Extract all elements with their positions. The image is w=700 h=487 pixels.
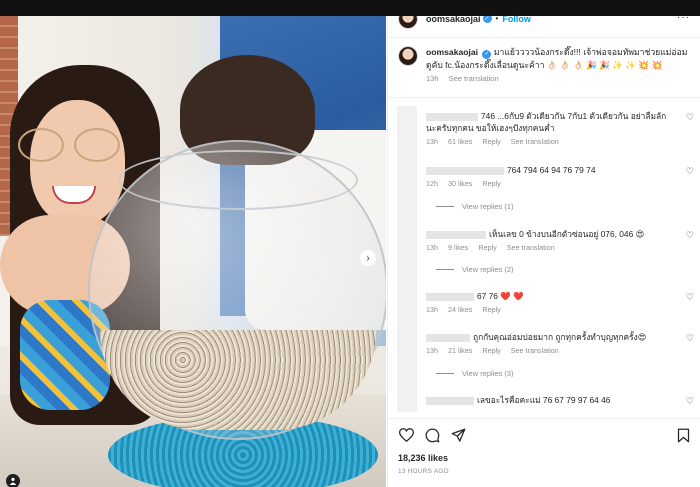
comment-see-translation[interactable]: See translation bbox=[511, 137, 559, 146]
comment-likes[interactable]: 61 likes bbox=[448, 137, 472, 146]
comment-text: 67 76 ❤️ ❤️ bbox=[426, 290, 694, 302]
comment-time: 13h bbox=[426, 137, 438, 146]
comment-meta: 13h 61 likes Reply See translation bbox=[426, 137, 694, 146]
blurred-username bbox=[426, 333, 470, 342]
comment-like-heart-icon[interactable]: ♡ bbox=[686, 230, 694, 241]
blurred-username bbox=[426, 230, 486, 239]
view-replies-label: View replies (1) bbox=[462, 202, 514, 211]
comment-likes[interactable]: 9 likes bbox=[448, 243, 468, 252]
heart-icon[interactable] bbox=[398, 427, 414, 443]
bookmark-icon[interactable] bbox=[675, 427, 691, 443]
comment-text: เลขอะไรคือคะแม่ 76 67 79 97 64 46 bbox=[426, 394, 694, 406]
comment-item: ถูกกับคุณอ่อมบ่อยมาก ถูกทุกครั้งทำบุญทุก… bbox=[426, 331, 694, 355]
comment-time: 13h bbox=[426, 243, 438, 252]
post-timestamp[interactable]: 13 HOURS AGO bbox=[398, 468, 691, 475]
comment-text: ถูกกับคุณอ่อมบ่อยมาก ถูกทุกครั้งทำบุญทุก… bbox=[426, 331, 694, 343]
comment-like-heart-icon[interactable]: ♡ bbox=[686, 333, 694, 344]
comment-likes[interactable]: 24 likes bbox=[448, 305, 472, 314]
replies-line bbox=[436, 373, 454, 374]
post-photo[interactable]: › bbox=[0, 0, 386, 487]
view-replies-button[interactable]: View replies (2) bbox=[436, 265, 514, 274]
comments-scrollbar[interactable] bbox=[397, 106, 417, 412]
caption-username[interactable]: oomsakaojai bbox=[426, 47, 478, 57]
view-replies-label: View replies (2) bbox=[462, 265, 514, 274]
comment-meta: 12h 30 likes Reply bbox=[426, 179, 694, 188]
comment-see-translation[interactable]: See translation bbox=[507, 243, 555, 252]
caption-time: 13h bbox=[426, 73, 439, 83]
comment-like-heart-icon[interactable]: ♡ bbox=[686, 292, 694, 303]
chevron-right-icon: › bbox=[366, 252, 370, 264]
user-tag-button[interactable] bbox=[6, 474, 20, 487]
replies-line bbox=[436, 206, 454, 207]
blurred-username bbox=[426, 292, 474, 301]
photo-glasses bbox=[18, 128, 128, 166]
comment-text: 764 794 64 94 76 79 74 bbox=[426, 164, 694, 176]
blurred-username bbox=[426, 112, 478, 121]
replies-line bbox=[436, 269, 454, 270]
comment-meta: 13h 24 likes Reply bbox=[426, 305, 694, 314]
comment-likes[interactable]: 21 likes bbox=[448, 346, 472, 355]
comment-item: เลขอะไรคือคะแม่ 76 67 79 97 64 46 ♡ bbox=[426, 394, 694, 406]
user-tag-icon bbox=[9, 477, 17, 485]
comment-reply-button[interactable]: Reply bbox=[482, 179, 500, 188]
top-black-bar bbox=[0, 0, 700, 16]
comment-item: 746 ...6กับ9 ตัวเดียวกัน 7กับ1 ตัวเดียวก… bbox=[426, 110, 694, 146]
verified-badge-icon: ✓ bbox=[482, 49, 492, 59]
blurred-username bbox=[426, 166, 504, 175]
view-replies-label: View replies (3) bbox=[462, 369, 514, 378]
view-replies-button[interactable]: View replies (3) bbox=[436, 369, 514, 378]
comment-meta: 13h 21 likes Reply See translation bbox=[426, 346, 694, 355]
next-photo-button[interactable]: › bbox=[360, 250, 376, 266]
comment-reply-button[interactable]: Reply bbox=[482, 346, 500, 355]
caption-meta: 13h See translation bbox=[426, 74, 690, 83]
photo-bowl-rim bbox=[118, 150, 358, 210]
caption-author-avatar[interactable] bbox=[398, 46, 418, 66]
comment-reply-button[interactable]: Reply bbox=[482, 137, 500, 146]
comment-text: เห็นเลข 0 ข้างบนอีกตัวซ่อนอยู่ 076, 046 … bbox=[426, 228, 694, 240]
comment-time: 13h bbox=[426, 305, 438, 314]
comment-likes[interactable]: 30 likes bbox=[448, 179, 472, 188]
comment-time: 13h bbox=[426, 346, 438, 355]
post-caption: oomsakaojai ✓ มาแย้ววววน้องกระดึ๊ง!!! เจ… bbox=[388, 38, 700, 98]
post-side-panel: oomsakaojai ✓ • Follow ··· oomsakaojai ✓… bbox=[387, 0, 700, 487]
post-like-count[interactable]: 18,236 likes bbox=[398, 453, 691, 463]
comment-like-heart-icon[interactable]: ♡ bbox=[686, 166, 694, 177]
share-icon[interactable] bbox=[450, 427, 466, 443]
comment-like-heart-icon[interactable]: ♡ bbox=[686, 112, 694, 123]
comment-item: 67 76 ❤️ ❤️ 13h 24 likes Reply ♡ bbox=[426, 290, 694, 314]
comment-like-heart-icon[interactable]: ♡ bbox=[686, 396, 694, 407]
comment-reply-button[interactable]: Reply bbox=[482, 305, 500, 314]
blurred-username bbox=[426, 396, 474, 405]
comment-text: 746 ...6กับ9 ตัวเดียวกัน 7กับ1 ตัวเดียวก… bbox=[426, 111, 667, 133]
caption-text: oomsakaojai ✓ มาแย้ววววน้องกระดึ๊ง!!! เจ… bbox=[426, 46, 690, 71]
post-actions: 18,236 likes 13 HOURS AGO bbox=[388, 418, 700, 475]
caption-see-translation[interactable]: See translation bbox=[449, 74, 499, 83]
comment-time: 12h bbox=[426, 179, 438, 188]
comment-icon[interactable] bbox=[424, 427, 440, 443]
comment-item: เห็นเลข 0 ข้างบนอีกตัวซ่อนอยู่ 076, 046 … bbox=[426, 228, 694, 252]
action-buttons-row bbox=[398, 425, 691, 445]
comment-reply-button[interactable]: Reply bbox=[478, 243, 496, 252]
comment-item: 764 794 64 94 76 79 74 12h 30 likes Repl… bbox=[426, 164, 694, 188]
comment-meta: 13h 9 likes Reply See translation bbox=[426, 243, 694, 252]
view-replies-button[interactable]: View replies (1) bbox=[436, 202, 514, 211]
comment-see-translation[interactable]: See translation bbox=[511, 346, 559, 355]
